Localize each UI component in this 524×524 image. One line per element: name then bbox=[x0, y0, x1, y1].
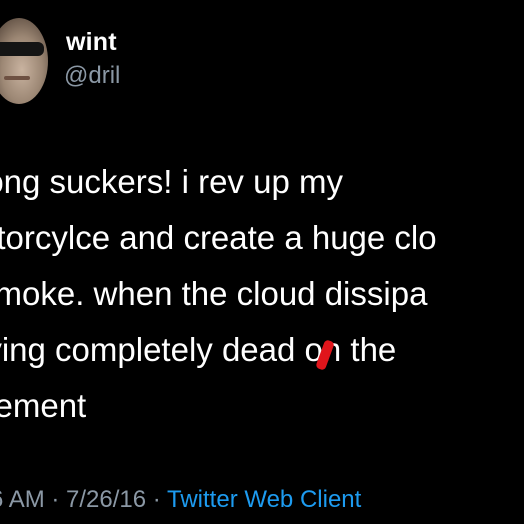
tweet-text: long suckers! i rev up my otorcylce and … bbox=[0, 154, 524, 434]
sunglasses-icon bbox=[0, 42, 44, 56]
author-display-name[interactable]: wint bbox=[66, 28, 117, 57]
author-handle[interactable]: @dril bbox=[64, 62, 120, 90]
tweet-text-line: otorcylce and create a huge clo bbox=[0, 219, 437, 256]
tweet-text-line: vement bbox=[0, 387, 87, 424]
tweet-text-line: smoke. when the cloud dissipa bbox=[0, 275, 428, 312]
tweet-time[interactable]: 6 AM bbox=[0, 486, 45, 513]
mouth-shape bbox=[4, 76, 30, 80]
tweet: wint @dril long suckers! i rev up my oto… bbox=[0, 0, 524, 524]
tweet-text-line: long suckers! i rev up my bbox=[0, 163, 343, 200]
tweet-source-link[interactable]: Twitter Web Client bbox=[167, 486, 361, 513]
meta-separator: · bbox=[44, 486, 67, 513]
meta-separator: · bbox=[146, 486, 168, 513]
tweet-metadata: 6 AM · 7/26/16 · Twitter Web Client bbox=[0, 486, 361, 514]
avatar[interactable] bbox=[0, 18, 48, 104]
tweet-date[interactable]: 7/26/16 bbox=[66, 486, 146, 513]
tweet-text-line: lying completely dead on the bbox=[0, 331, 397, 368]
